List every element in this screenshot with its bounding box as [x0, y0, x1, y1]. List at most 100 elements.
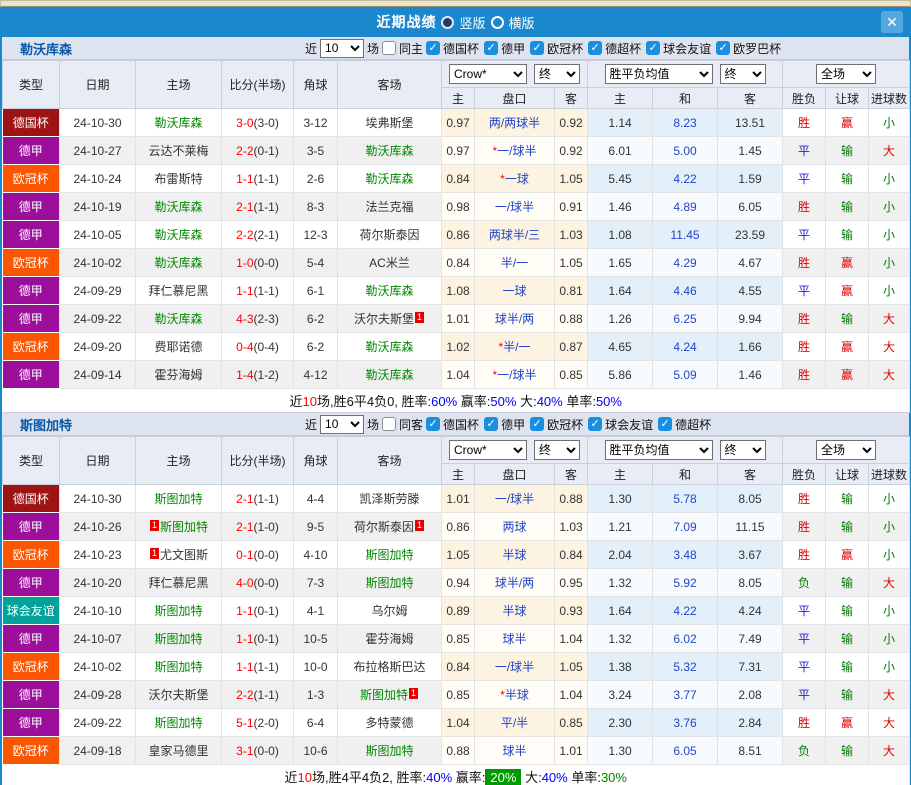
avg-draw-odds: 5.32 — [653, 653, 718, 681]
column-header: 客场 — [338, 437, 442, 485]
score-cell: 2-2(1-1) — [222, 681, 294, 709]
summary-segment: 单率: — [563, 394, 596, 409]
avg-win-odds: 5.45 — [588, 165, 653, 193]
odds-period-select[interactable]: 终 — [534, 440, 580, 460]
odds-period-select[interactable]: 终 — [534, 64, 580, 84]
league-checkbox[interactable]: ✓ — [588, 417, 602, 431]
sub-column-header: 进球数 — [869, 464, 910, 485]
goals-over-under-cell: 小 — [869, 653, 910, 681]
away-team: 勒沃库森 — [365, 284, 413, 298]
home-team: 斯图加特 — [154, 604, 202, 618]
away-team: AC米兰 — [369, 256, 410, 270]
match-row: 欧冠杯24-10-02斯图加特1-1(1-1)10-0布拉格斯巴达0.84一/球… — [3, 653, 910, 681]
avg-win-odds: 4.65 — [588, 333, 653, 361]
handicap-line: 平/半 — [501, 716, 528, 730]
avg-period-select[interactable]: 终 — [720, 64, 766, 84]
league-checkbox[interactable]: ✓ — [484, 41, 498, 55]
full-time-score: 1-1 — [236, 632, 253, 646]
horizontal-layout-label[interactable]: 横版 — [509, 13, 535, 32]
column-header: 角球 — [294, 61, 338, 109]
league-checkbox[interactable]: ✓ — [426, 417, 440, 431]
full-time-score: 1-1 — [236, 604, 253, 618]
horizontal-layout-radio[interactable] — [491, 16, 504, 29]
league-badge: 德甲 — [3, 569, 60, 597]
near-label: 近 — [305, 416, 317, 433]
full-time-score: 1-1 — [236, 284, 253, 298]
result-cell: 胜 — [783, 485, 826, 513]
away-team: 霍芬海姆 — [365, 632, 413, 646]
handicap-line: 一球 — [502, 284, 526, 298]
league-checkbox[interactable]: ✓ — [530, 41, 544, 55]
league-checkbox[interactable]: ✓ — [658, 417, 672, 431]
handicap-result-cell: 输 — [826, 625, 869, 653]
score-cell: 1-1(1-1) — [222, 277, 294, 305]
half-time-score: (0-1) — [254, 604, 279, 618]
games-count-select[interactable]: 10 — [320, 415, 364, 434]
handicap-line-cell: 一球 — [475, 277, 555, 305]
league-badge: 欧冠杯 — [3, 249, 60, 277]
home-team: 斯图加特 — [154, 660, 202, 674]
away-team-cell: 勒沃库森 — [338, 361, 442, 389]
avg-lose-odds: 1.66 — [718, 333, 783, 361]
home-team-cell: 斯图加特 — [136, 653, 222, 681]
avg-lose-odds: 7.49 — [718, 625, 783, 653]
goals-over-under-cell: 大 — [869, 681, 910, 709]
avg-type-select[interactable]: 胜平负均值 — [605, 440, 713, 460]
home-odds: 0.84 — [442, 165, 475, 193]
score-cell: 1-4(1-2) — [222, 361, 294, 389]
avg-draw-odds: 4.22 — [653, 597, 718, 625]
league-checkbox[interactable]: ✓ — [426, 41, 440, 55]
league-checkbox[interactable]: ✓ — [588, 41, 602, 55]
match-date: 24-10-30 — [60, 109, 136, 137]
league-label: 球会友谊 — [663, 40, 711, 57]
vertical-layout-label[interactable]: 竖版 — [459, 13, 485, 32]
summary-segment: 大: — [516, 394, 536, 409]
corners-cell: 4-4 — [294, 485, 338, 513]
avg-win-odds: 1.64 — [588, 277, 653, 305]
handicap-line-cell: *一/球半 — [475, 361, 555, 389]
same-venue-checkbox[interactable] — [382, 417, 396, 431]
scope-select[interactable]: 全场 — [816, 440, 876, 460]
close-icon[interactable]: ✕ — [881, 11, 903, 33]
score-cell: 2-1(1-0) — [222, 513, 294, 541]
away-team-cell: 荷尔斯泰因1 — [338, 513, 442, 541]
avg-period-select[interactable]: 终 — [720, 440, 766, 460]
league-checkbox[interactable]: ✓ — [646, 41, 660, 55]
corners-cell: 10-5 — [294, 625, 338, 653]
match-row: 球会友谊24-10-10斯图加特1-1(0-1)4-1乌尔姆0.89半球0.93… — [3, 597, 910, 625]
away-team: 斯图加特 — [360, 688, 408, 702]
same-venue-checkbox[interactable] — [382, 41, 396, 55]
summary-row: 近10场,胜6平4负0, 胜率:60% 赢率:50% 大:40% 单率:50% — [3, 389, 910, 413]
away-team: 乌尔姆 — [371, 604, 407, 618]
games-count-select[interactable]: 10 — [320, 39, 364, 58]
goals-over-under-cell: 小 — [869, 165, 910, 193]
odds-company-select[interactable]: Crow* — [449, 64, 527, 84]
vertical-layout-radio[interactable] — [441, 16, 454, 29]
half-time-score: (3-0) — [254, 116, 279, 130]
corners-cell: 10-6 — [294, 737, 338, 765]
match-row: 德甲24-10-261斯图加特2-1(1-0)9-5荷尔斯泰因10.86两球1.… — [3, 513, 910, 541]
scope-select[interactable]: 全场 — [816, 64, 876, 84]
corners-cell: 6-2 — [294, 333, 338, 361]
avg-type-select[interactable]: 胜平负均值 — [605, 64, 713, 84]
match-date: 24-09-18 — [60, 737, 136, 765]
sub-column-header: 让球 — [826, 464, 869, 485]
home-team-cell: 皇家马德里 — [136, 737, 222, 765]
odds-company-select[interactable]: Crow* — [449, 440, 527, 460]
match-date: 24-10-26 — [60, 513, 136, 541]
match-date: 24-10-05 — [60, 221, 136, 249]
away-team-cell: 勒沃库森 — [338, 165, 442, 193]
league-checkbox[interactable]: ✓ — [530, 417, 544, 431]
league-checkbox[interactable]: ✓ — [716, 41, 730, 55]
league-badge: 德甲 — [3, 137, 60, 165]
avg-draw-odds: 4.29 — [653, 249, 718, 277]
goals-over-under-cell: 小 — [869, 221, 910, 249]
league-checkbox[interactable]: ✓ — [484, 417, 498, 431]
away-team: 斯图加特 — [365, 744, 413, 758]
goals-over-under-cell: 小 — [869, 625, 910, 653]
half-time-score: (0-1) — [254, 144, 279, 158]
away-team-cell: 斯图加特 — [338, 569, 442, 597]
column-header: 日期 — [60, 437, 136, 485]
handicap-result-cell: 输 — [826, 305, 869, 333]
handicap-result-cell: 输 — [826, 569, 869, 597]
